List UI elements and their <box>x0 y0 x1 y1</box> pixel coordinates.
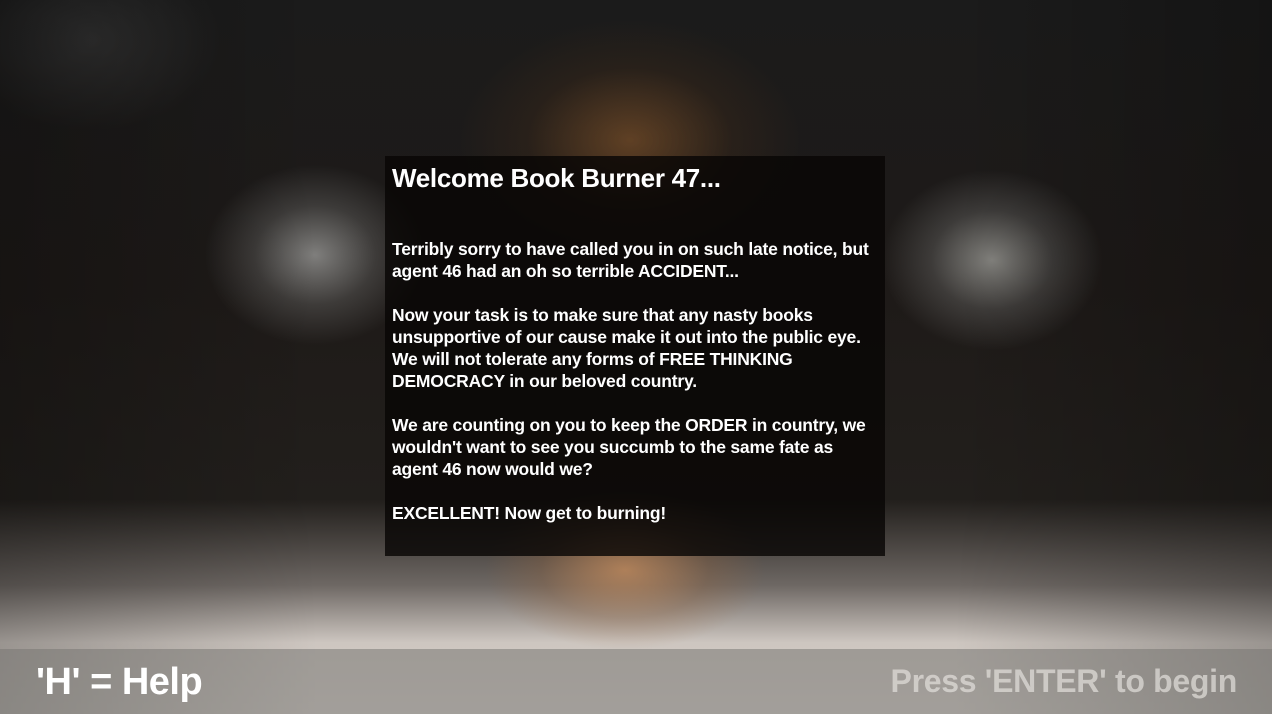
dialog-paragraph: Now your task is to make sure that any n… <box>392 305 861 391</box>
intro-dialog: Welcome Book Burner 47... Terribly sorry… <box>385 156 885 556</box>
dialog-paragraph: We are counting on you to keep the ORDER… <box>392 415 866 479</box>
start-prompt[interactable]: Press 'ENTER' to begin <box>891 661 1238 701</box>
dialog-title: Welcome Book Burner 47... <box>392 163 721 193</box>
dialog-paragraph: Terribly sorry to have called you in on … <box>392 239 869 281</box>
help-key-hint[interactable]: 'H' = Help <box>36 659 203 705</box>
bottom-hint-bar: 'H' = Help Press 'ENTER' to begin <box>0 649 1272 714</box>
dialog-body: Terribly sorry to have called you in on … <box>392 238 878 524</box>
dialog-paragraph: EXCELLENT! Now get to burning! <box>392 503 666 523</box>
